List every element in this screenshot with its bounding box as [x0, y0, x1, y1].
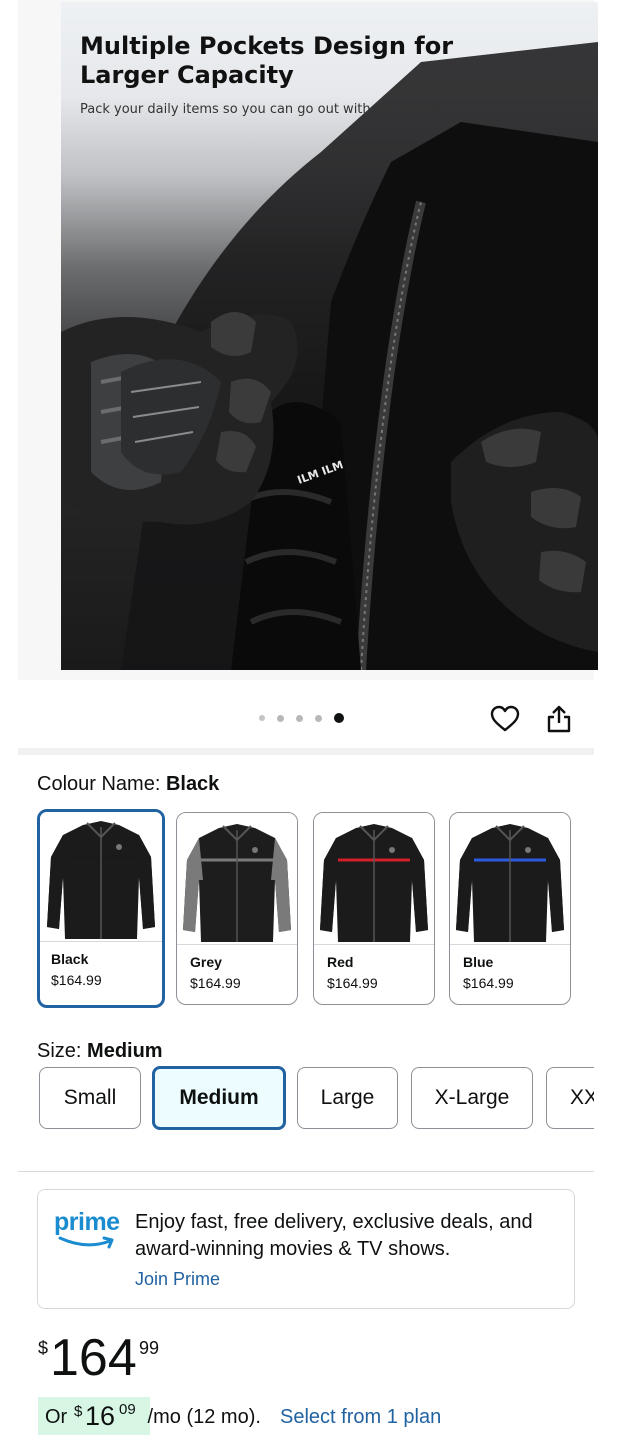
colour-swatch-red[interactable]: Red $164.99: [313, 812, 435, 1005]
swatch-name: Red: [327, 954, 354, 970]
colour-selected-value: Black: [165, 773, 220, 795]
swatch-price: $164.99: [51, 972, 102, 988]
swatch-jacket-image: [177, 813, 297, 945]
section-divider: [18, 748, 594, 755]
monthly-whole: 16: [85, 1401, 116, 1431]
size-label: Size: Medium: [37, 1040, 163, 1063]
carousel-dot[interactable]: [296, 714, 303, 722]
prime-smile-icon: [58, 1236, 114, 1249]
product-image[interactable]: ILM ILM Multiple Pockets Design for Larg…: [61, 2, 598, 670]
size-option-medium[interactable]: Medium: [152, 1066, 286, 1130]
section-divider: [18, 1171, 594, 1172]
carousel-dot-active[interactable]: [334, 713, 344, 723]
price-whole: 164: [50, 1329, 137, 1387]
monthly-prefix: Or: [45, 1406, 68, 1428]
swatch-price: $164.99: [463, 975, 514, 991]
size-option-large[interactable]: Large: [297, 1067, 398, 1129]
heart-icon: [490, 705, 520, 732]
swatch-price: $164.99: [327, 975, 378, 991]
share-icon: [547, 705, 571, 733]
prime-logo-text: prime: [54, 1208, 120, 1236]
colour-label-text: Colour Name:: [37, 773, 166, 795]
swatch-price: $164.99: [190, 975, 241, 991]
product-image-carousel[interactable]: ILM ILM Multiple Pockets Design for Larg…: [18, 0, 598, 680]
carousel-dot[interactable]: [315, 714, 322, 722]
colour-swatch-black[interactable]: Black $164.99: [37, 809, 165, 1008]
carousel-dot[interactable]: [277, 714, 284, 722]
swatch-jacket-image: [314, 813, 434, 945]
price-fraction: 99: [139, 1338, 160, 1358]
swatch-jacket-image: [40, 812, 162, 942]
size-option-xx[interactable]: XX: [546, 1067, 594, 1129]
prime-description: Enjoy fast, free delivery, exclusive dea…: [135, 1211, 533, 1260]
select-plan-link[interactable]: Select from 1 plan: [280, 1406, 441, 1429]
jacket-icon: [456, 824, 564, 942]
monthly-suffix: /mo (12 mo).: [142, 1406, 267, 1428]
carousel-dot[interactable]: [259, 715, 265, 721]
carousel-dots[interactable]: [259, 713, 344, 723]
share-button[interactable]: [543, 703, 575, 735]
jacket-icon: [47, 821, 155, 939]
swatch-name: Grey: [190, 954, 222, 970]
monthly-fraction: 09: [119, 1401, 136, 1418]
size-option-x-large[interactable]: X-Large: [411, 1067, 533, 1129]
wishlist-button[interactable]: [489, 703, 521, 735]
hero-title: Multiple Pockets Design for Larger Capac…: [80, 32, 454, 89]
colour-swatch-grey[interactable]: Grey $164.99: [176, 812, 298, 1005]
colour-label: Colour Name: Black: [37, 773, 219, 796]
size-option-small[interactable]: Small: [39, 1067, 141, 1129]
hero-subtitle: Pack your daily items so you can go out …: [80, 102, 443, 117]
swatch-name: Black: [51, 951, 89, 967]
swatch-jacket-image: [450, 813, 570, 945]
prime-logo: prime: [54, 1208, 120, 1249]
swatch-name: Blue: [463, 954, 494, 970]
join-prime-link[interactable]: Join Prime: [135, 1269, 220, 1290]
size-label-text: Size:: [37, 1040, 88, 1062]
jacket-icon: [183, 824, 291, 942]
jacket-icon: [320, 824, 428, 942]
size-options: Small Medium Large X-Large XX: [0, 1066, 594, 1130]
prime-promo: prime Enjoy fast, free delivery, exclusi…: [37, 1189, 575, 1309]
monthly-symbol: $: [74, 1403, 83, 1420]
size-selected-value: Medium: [87, 1040, 163, 1062]
price-symbol: $: [38, 1338, 49, 1358]
colour-swatch-blue[interactable]: Blue $164.99: [449, 812, 571, 1005]
